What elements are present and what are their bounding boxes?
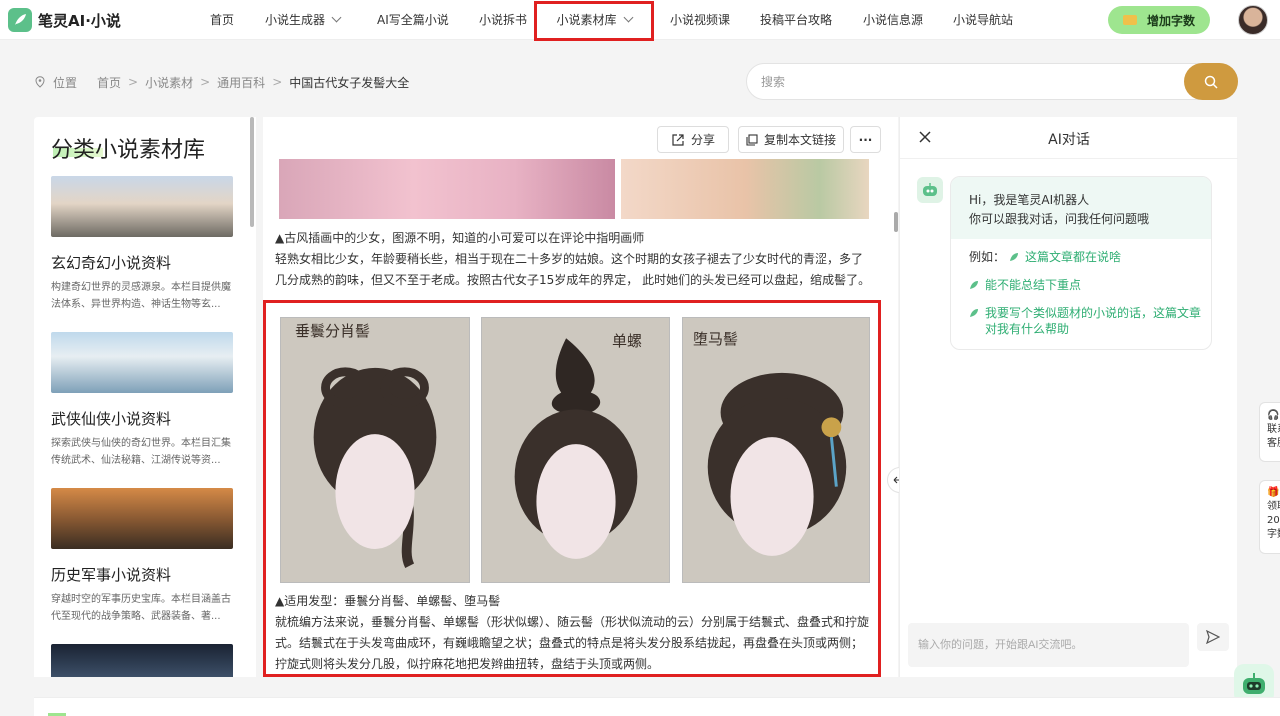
breadcrumb-location-label: 位置 bbox=[53, 75, 78, 90]
image-caption: ▲古风插画中的少女，图源不明，知道的小可爱可以在评论中指明画师 bbox=[275, 231, 645, 245]
breadcrumb-separator-icon: > bbox=[200, 75, 211, 89]
chat-title: AI对话 bbox=[1048, 132, 1090, 148]
example-question[interactable]: 能不能总结下重点 bbox=[969, 277, 1201, 293]
gift-icon: 🎁 bbox=[1267, 487, 1280, 498]
search-button[interactable] bbox=[1184, 63, 1238, 100]
chat-header: AI对话 bbox=[900, 117, 1238, 159]
hairstyle-illustration bbox=[707, 372, 847, 556]
search-icon bbox=[1204, 75, 1218, 89]
nav-info-source[interactable]: 小说信息源 bbox=[863, 0, 923, 40]
search-box bbox=[746, 63, 1238, 100]
leaf-icon bbox=[1010, 253, 1019, 261]
article-scrollbar[interactable] bbox=[894, 212, 898, 232]
category-image bbox=[51, 332, 233, 393]
category-image bbox=[51, 488, 233, 549]
example-question[interactable]: 例如： 这篇文章都在说啥 bbox=[969, 249, 1201, 265]
share-icon bbox=[672, 133, 684, 146]
hairstyle-illustration bbox=[514, 338, 638, 559]
category-card-fantasy[interactable]: 玄幻奇幻小说资料 构建奇幻世界的灵感源泉。本栏目提供魔法体系、异世界构造、神话生… bbox=[51, 176, 233, 313]
brand-name: 笔灵AI·小说 bbox=[38, 11, 121, 30]
category-desc: 探索武侠与仙侠的奇幻世界。本栏目汇集传统武术、仙法秘籍、江湖传说等资... bbox=[51, 438, 231, 466]
illustration-image bbox=[621, 159, 869, 219]
article-panel: 分享 复制本文链接 ··· ▲古风插画中的少女，图源不明，知道的小可爱可以在评论… bbox=[263, 117, 898, 677]
more-options-button[interactable]: ··· bbox=[850, 126, 881, 153]
nav-material-library[interactable]: 小说素材库 bbox=[534, 1, 654, 41]
avatar[interactable] bbox=[1238, 5, 1268, 35]
breadcrumb-separator-icon: > bbox=[128, 75, 139, 89]
breadcrumb-home[interactable]: 首页 bbox=[97, 74, 121, 91]
brand-logo[interactable]: 笔灵AI·小说 bbox=[8, 7, 121, 33]
greeting-line: 你可以跟我对话，问我任何问题哦 bbox=[969, 212, 1150, 226]
breadcrumb-novel-material[interactable]: 小说素材 bbox=[145, 74, 193, 91]
greeting: Hi，我是笔灵AI机器人 你可以跟我对话，问我任何问题哦 bbox=[951, 177, 1211, 239]
material-library-panel: 分类小说素材库 玄幻奇幻小说资料 构建奇幻世界的灵感源泉。本栏目提供魔法体系、异… bbox=[34, 117, 256, 677]
hairstyle-illustrations: 垂鬟分肖髻 单螺 堕马髻 bbox=[280, 317, 870, 583]
category-name: 历史军事小说资料 bbox=[51, 566, 172, 584]
location-pin-icon bbox=[35, 76, 45, 88]
copy-icon bbox=[746, 133, 758, 146]
hairstyle-label: 单螺 bbox=[612, 332, 643, 350]
example-question[interactable]: 我要写个类似题材的小说的话，这篇文章对我有什么帮助 bbox=[969, 305, 1201, 337]
share-button[interactable]: 分享 bbox=[657, 126, 729, 153]
category-desc: 穿越时空的军事历史宝库。本栏目涵盖古代至现代的战争策略、武器装备、著... bbox=[51, 594, 231, 622]
illustration-strip bbox=[279, 159, 869, 219]
nav-home[interactable]: 首页 bbox=[210, 0, 234, 40]
feather-logo-icon bbox=[8, 8, 32, 32]
breadcrumb: 位置 首页 > 小说素材 > 通用百科 > 中国古代女子发髻大全 bbox=[35, 73, 409, 91]
chat-input[interactable] bbox=[908, 623, 1189, 667]
category-card-scifi[interactable] bbox=[51, 644, 233, 677]
hairstyle-card: 堕马髻 bbox=[682, 317, 870, 583]
article-toolbar: 分享 复制本文链接 ··· bbox=[263, 117, 898, 159]
breadcrumb-current: 中国古代女子发髻大全 bbox=[289, 75, 410, 90]
chevron-down-icon bbox=[331, 12, 342, 23]
chat-message-bubble: Hi，我是笔灵AI机器人 你可以跟我对话，问我任何问题哦 例如： 这篇文章都在说… bbox=[950, 176, 1212, 350]
nav-submission-guide[interactable]: 投稿平台攻略 bbox=[760, 0, 832, 40]
category-card-history[interactable]: 历史军事小说资料 穿越时空的军事历史宝库。本栏目涵盖古代至现代的战争策略、武器装… bbox=[51, 488, 233, 625]
hairstyle-card: 垂鬟分肖髻 bbox=[280, 317, 470, 583]
breadcrumb-separator-icon: > bbox=[272, 75, 283, 89]
robot-icon bbox=[1243, 673, 1265, 694]
send-button[interactable] bbox=[1197, 623, 1229, 651]
image-caption: ▲适用发型：垂鬟分肖髻、单螺髻、堕马髻 bbox=[275, 594, 501, 608]
add-words-label: 增加字数 bbox=[1146, 13, 1195, 28]
category-card-wuxia[interactable]: 武侠仙侠小说资料 探索武侠与仙侠的奇幻世界。本栏目汇集传统武术、仙法秘籍、江湖传… bbox=[51, 332, 233, 469]
leaf-icon bbox=[970, 281, 978, 289]
search-input[interactable] bbox=[761, 73, 1161, 91]
headset-icon: 🎧 bbox=[1267, 410, 1280, 421]
category-name: 玄幻奇幻小说资料 bbox=[51, 254, 172, 272]
library-title: 分类小说素材库 bbox=[51, 138, 206, 163]
hairstyle-illustration bbox=[313, 367, 437, 568]
nav-navigation-site[interactable]: 小说导航站 bbox=[953, 0, 1013, 40]
nav-book-breakdown[interactable]: 小说拆书 bbox=[479, 0, 527, 40]
category-image bbox=[51, 176, 233, 237]
category-desc: 构建奇幻世界的灵感源泉。本栏目提供魔法体系、异世界构造、神话生物等玄... bbox=[51, 282, 231, 310]
ai-chat-panel: AI对话 Hi，我是笔灵AI机器人 你可以跟我对话，问我任何问题哦 例如： 这篇… bbox=[899, 117, 1238, 677]
library-scrollbar[interactable] bbox=[250, 117, 254, 227]
bottom-section bbox=[34, 697, 1280, 716]
breadcrumb-encyclopedia[interactable]: 通用百科 bbox=[217, 74, 265, 91]
send-icon bbox=[1206, 630, 1220, 644]
contact-support-widget[interactable]: 🎧 联系 客服 bbox=[1259, 402, 1280, 462]
category-name: 武侠仙侠小说资料 bbox=[51, 410, 172, 428]
illustration-image bbox=[279, 159, 615, 219]
crown-icon bbox=[1122, 15, 1137, 25]
hairstyle-label: 垂鬟分肖髻 bbox=[295, 322, 371, 340]
add-words-button[interactable]: 增加字数 bbox=[1108, 6, 1210, 34]
category-image bbox=[51, 644, 233, 677]
greeting-line: Hi，我是笔灵AI机器人 bbox=[969, 193, 1090, 207]
robot-icon bbox=[917, 177, 943, 203]
more-icon: ··· bbox=[858, 132, 873, 147]
chevron-down-icon bbox=[623, 12, 633, 23]
hairstyle-label: 堕马髻 bbox=[693, 330, 739, 348]
leaf-icon bbox=[970, 309, 978, 317]
nav-video-course[interactable]: 小说视频课 bbox=[670, 0, 730, 40]
article-paragraph: 就梳编方法来说，垂鬟分肖髻、单螺髻（形状似螺）、随云髻（形状似流动的云）分别属于… bbox=[275, 615, 870, 671]
hairstyle-card: 单螺 bbox=[481, 317, 670, 583]
nav-novel-generator[interactable]: 小说生成器 bbox=[265, 0, 342, 40]
copy-link-button[interactable]: 复制本文链接 bbox=[738, 126, 844, 153]
article-paragraph: 轻熟女相比少女，年龄要稍长些，相当于现在二十多岁的姑娘。这个时期的女孩子褪去了少… bbox=[275, 252, 871, 287]
top-nav: 笔灵AI·小说 首页 小说生成器 AI写全篇小说 小说拆书 小说素材库 小说视频… bbox=[0, 0, 1280, 41]
claim-words-widget[interactable]: 🎁 领取 20万 字数 bbox=[1259, 480, 1280, 554]
nav-ai-full-novel[interactable]: AI写全篇小说 bbox=[377, 0, 449, 40]
